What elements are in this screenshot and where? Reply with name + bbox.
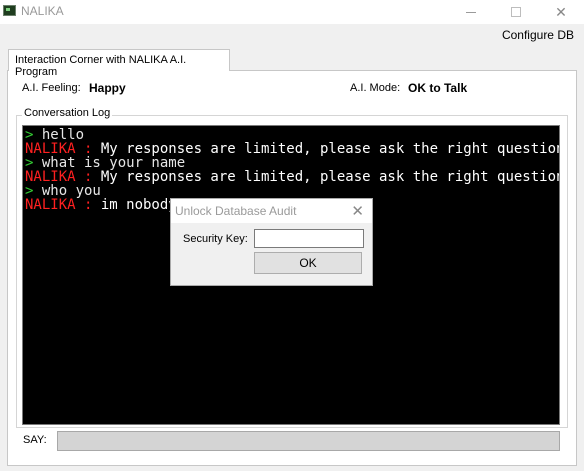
close-icon: ✕ <box>351 203 364 220</box>
ai-feeling-label: A.I. Feeling: <box>22 82 81 94</box>
maximize-icon <box>511 7 521 17</box>
ai-message: My responses are limited, please ask the… <box>100 169 560 185</box>
log-line-user: > who you <box>25 184 559 198</box>
security-key-input[interactable] <box>254 229 364 248</box>
ai-name: NALIKA : <box>25 197 101 213</box>
dialog-close-button[interactable]: ✕ <box>351 202 364 220</box>
app-icon <box>3 5 16 16</box>
ai-mode-label: A.I. Mode: <box>350 82 401 94</box>
ai-mode-value: OK to Talk <box>408 81 468 95</box>
minimize-icon <box>466 11 476 13</box>
ai-message: im nobody <box>100 197 177 213</box>
ok-button[interactable]: OK <box>254 252 362 274</box>
conversation-log-label: Conversation Log <box>22 107 113 119</box>
ai-feeling-value: Happy <box>89 81 126 95</box>
dialog-title-bar: Unlock Database Audit ✕ <box>171 199 372 223</box>
dialog-title: Unlock Database Audit <box>175 204 297 218</box>
minimize-button[interactable] <box>448 0 494 24</box>
close-icon: ✕ <box>555 3 567 20</box>
title-bar: NALIKA ✕ <box>0 0 584 24</box>
tab-interaction-corner[interactable]: Interaction Corner with NALIKA A.I. Prog… <box>8 49 230 78</box>
window-title: NALIKA <box>21 4 64 18</box>
security-key-label: Security Key: <box>183 233 248 245</box>
maximize-button[interactable] <box>493 0 539 24</box>
menu-configure-db[interactable]: Configure DB <box>502 28 574 42</box>
close-button[interactable]: ✕ <box>538 0 584 24</box>
say-label: SAY: <box>23 434 47 446</box>
log-line-ai: NALIKA : My responses are limited, pleas… <box>25 170 559 184</box>
say-input[interactable] <box>57 431 560 451</box>
log-line-ai: NALIKA : My responses are limited, pleas… <box>25 142 559 156</box>
unlock-database-audit-dialog: Unlock Database Audit ✕ Security Key: OK <box>170 198 373 286</box>
log-line-user: > what is your name <box>25 156 559 170</box>
log-line-user: > hello <box>25 128 559 142</box>
